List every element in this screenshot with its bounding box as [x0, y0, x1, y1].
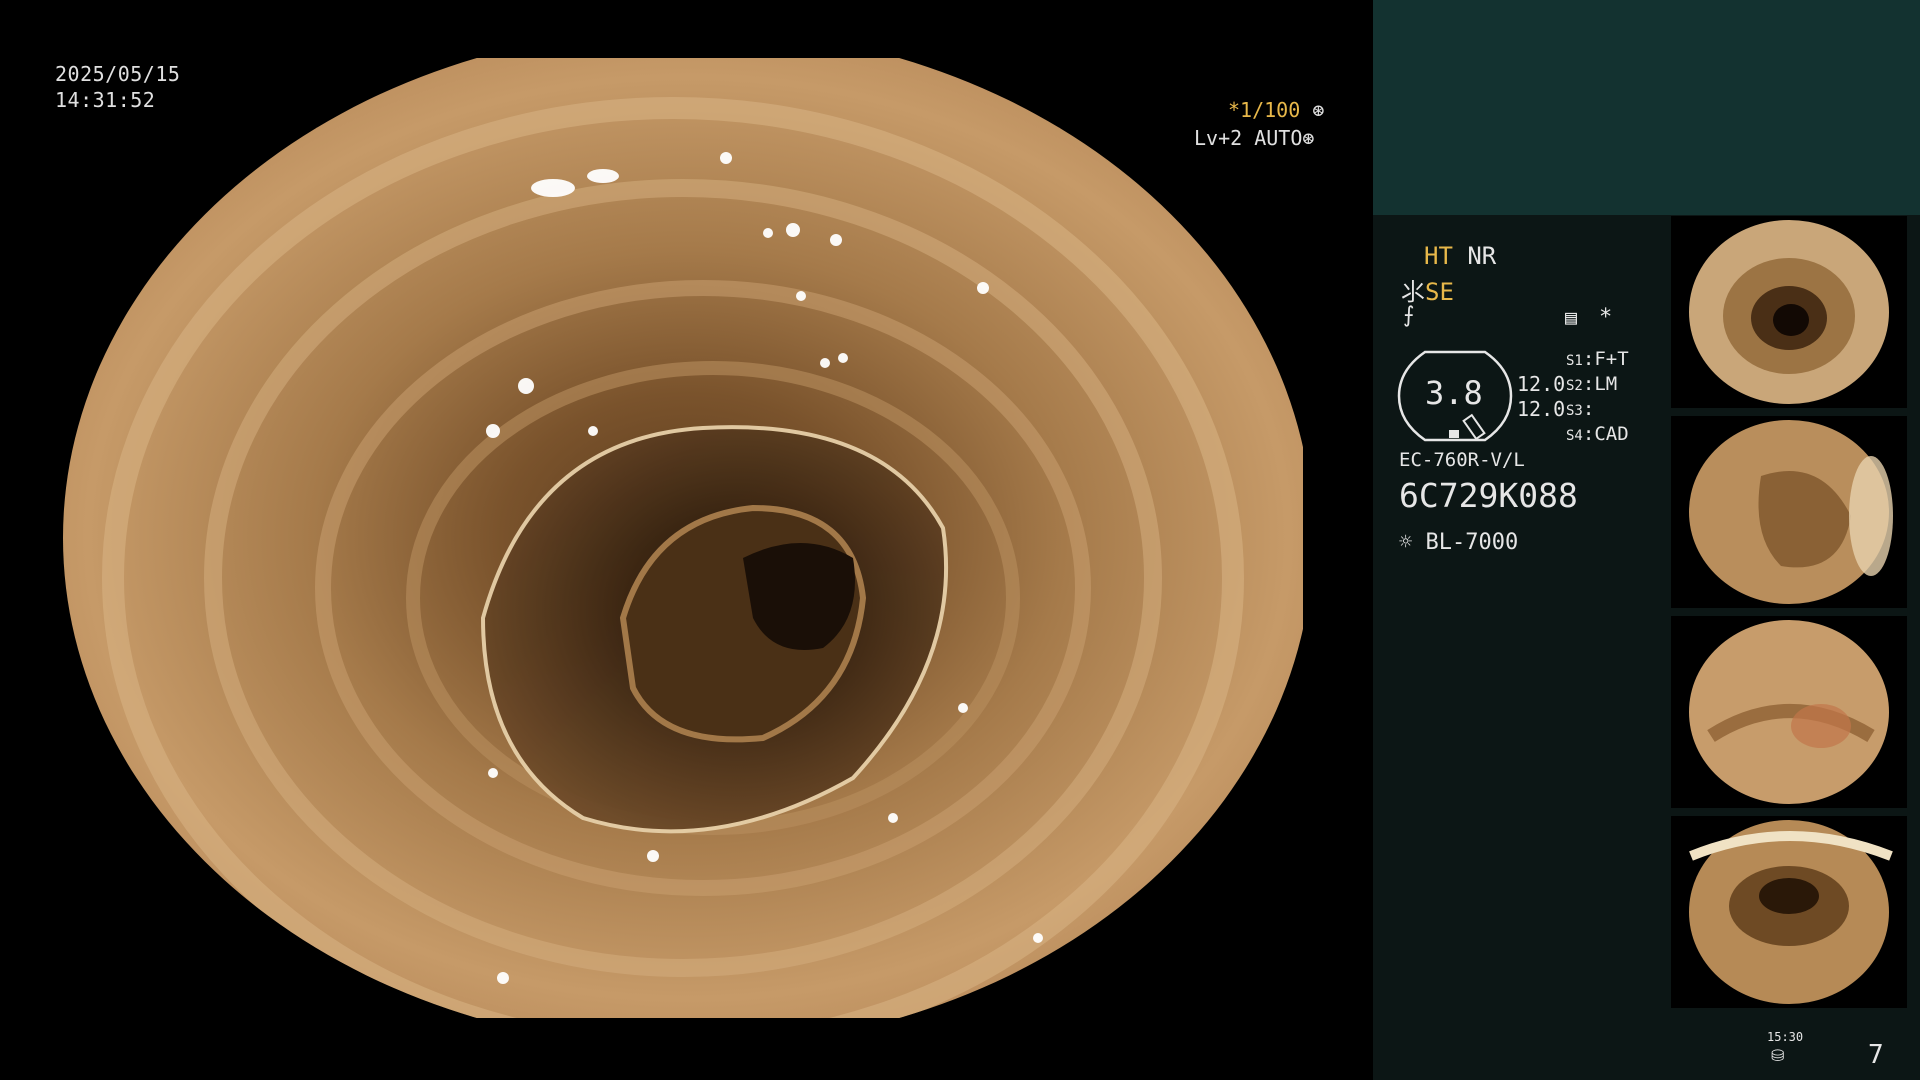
iris-readout: Lv+2 AUTO⊛ — [1194, 126, 1314, 150]
light-source: ☼ BL-7000 — [1399, 530, 1518, 555]
switch-value: F+T — [1594, 348, 1629, 370]
brightness-level: Lv+2 — [1194, 126, 1243, 150]
memory-icon: ▤ — [1565, 305, 1578, 329]
shutter-speed: 1/100 — [1240, 98, 1301, 122]
capture-thumbnail-1[interactable] — [1671, 216, 1907, 408]
se-label: SE — [1425, 278, 1454, 306]
structure-enhance: ⺢SE — [1401, 272, 1454, 307]
switch-key: S4 — [1566, 428, 1583, 444]
storage-icon: ⛁ — [1771, 1046, 1785, 1065]
shutter-star: * — [1228, 98, 1241, 122]
side-panel-header — [1373, 0, 1920, 215]
endoscope-main-view: 2025/05/15 14:31:52 *1/100 ⊛ Lv+2 AUTO⊛ — [0, 0, 1373, 1080]
switch-value: LM — [1594, 373, 1618, 395]
scope-model: EC-760R-V/L — [1399, 449, 1525, 471]
shutter-readout: *1/100 ⊛ — [1228, 98, 1324, 122]
switch-s1: S1:F+T — [1566, 348, 1629, 370]
capture-thumbnail-4[interactable] — [1671, 816, 1907, 1008]
mode-nr: NR — [1467, 242, 1497, 270]
thumbnail-image — [1671, 616, 1907, 808]
light-source-model: BL-7000 — [1425, 530, 1519, 555]
exam-time: 14:31:52 — [55, 88, 156, 112]
iris-icon: ⊛ — [1302, 126, 1315, 150]
switch-value: CAD — [1594, 423, 1629, 445]
switch-s3: S3: — [1566, 398, 1595, 420]
info-side-panel: HT NR ⺢SE ⨍ ▤ * 3.8 12.0 12.0 S1:F+T S2:… — [1373, 0, 1920, 1080]
storage-time: 15:30 — [1767, 1030, 1804, 1044]
brightness-value: 3.8 — [1425, 374, 1483, 412]
value-b: 12.0 — [1517, 397, 1566, 421]
switch-key: S1 — [1566, 353, 1583, 369]
switch-s2: S2:LM — [1566, 373, 1618, 395]
switch-key: S2 — [1566, 378, 1583, 394]
thumbnail-image — [1671, 216, 1907, 408]
shutter-icon: ⊛ — [1312, 98, 1325, 122]
iris-mode: AUTO — [1254, 126, 1303, 150]
capture-count: 7 — [1868, 1040, 1884, 1070]
switch-s4: S4:CAD — [1566, 423, 1629, 445]
switch-key: S3 — [1566, 403, 1583, 419]
panel-star: * — [1599, 305, 1613, 330]
color-tone-icon: ⨍ — [1403, 303, 1415, 328]
capture-thumbnail-3[interactable] — [1671, 616, 1907, 808]
image-mode: HT NR — [1424, 242, 1496, 270]
capture-thumbnail-2[interactable] — [1671, 416, 1907, 608]
value-a: 12.0 — [1517, 372, 1566, 396]
thumbnail-image — [1671, 816, 1907, 1008]
thumbnail-image — [1671, 416, 1907, 608]
endoscopy-image — [63, 58, 1313, 1018]
scope-serial: 6C729K088 — [1399, 476, 1578, 515]
exam-date: 2025/05/15 — [55, 62, 181, 86]
mode-ht: HT — [1424, 242, 1453, 270]
enhance-icon: ⺢ — [1401, 278, 1425, 306]
sun-icon: ☼ — [1399, 530, 1413, 555]
